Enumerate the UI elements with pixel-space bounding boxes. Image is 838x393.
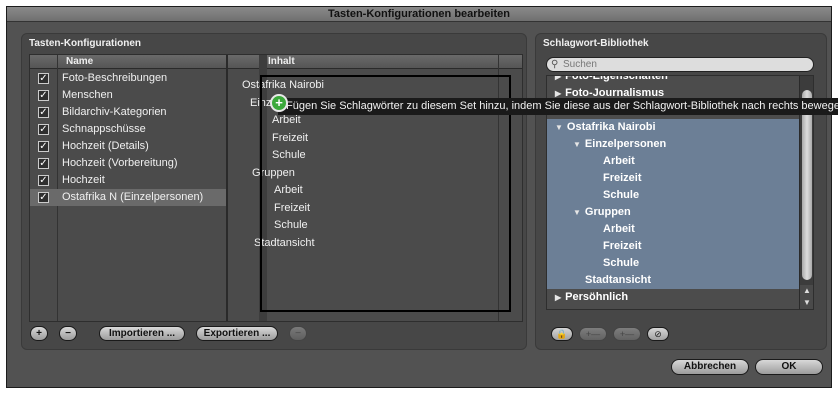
library-keyword-label: Ostafrika Nairobi — [566, 121, 656, 133]
add-config-button[interactable]: + — [30, 326, 48, 341]
library-keyword-row[interactable]: Schule — [547, 187, 799, 204]
config-checkbox[interactable]: ✓ — [38, 158, 49, 169]
export-button[interactable]: Exportieren ... — [196, 326, 278, 341]
library-keyword-label: Schule — [603, 189, 640, 201]
config-row[interactable]: ✓ Bildarchiv-Kategorien — [30, 104, 226, 121]
disclosure-open-icon[interactable]: ▼ — [555, 123, 563, 132]
config-row[interactable]: ✓ Menschen — [30, 87, 226, 104]
config-checkbox[interactable]: ✓ — [38, 175, 49, 186]
library-keyword-label: Einzelpersonen — [584, 138, 667, 150]
library-keyword-row[interactable]: ▼ Ostafrika Nairobi — [547, 119, 799, 136]
library-keyword-row[interactable]: ▼ Gruppen — [547, 204, 799, 221]
scroll-down-arrow[interactable]: ▼ — [800, 297, 813, 309]
remove-keyword-button[interactable]: − — [289, 326, 307, 341]
config-label: Bildarchiv-Kategorien — [62, 106, 167, 118]
library-keyword-label: Schule — [603, 257, 640, 269]
disclosure-open-icon[interactable]: ▼ — [573, 208, 581, 217]
config-checkbox[interactable]: ✓ — [38, 141, 49, 152]
action-menu-button[interactable]: ⊘ — [647, 327, 669, 341]
window-title: Tasten-Konfigurationen bearbeiten — [7, 7, 831, 22]
search-placeholder: Suchen — [563, 59, 597, 70]
library-keyword-row[interactable]: ▶ Persöhnlich — [547, 289, 799, 306]
disclosure-open-icon[interactable]: ▼ — [573, 140, 581, 149]
library-keyword-label: Freizeit — [603, 240, 642, 252]
drag-tooltip: Fügen Sie Schlagwörter zu diesem Set hin… — [278, 98, 838, 115]
config-label: Hochzeit (Vorbereitung) — [62, 157, 178, 169]
search-icon: ⚲ — [551, 59, 559, 70]
library-keyword-row[interactable]: Arbeit — [547, 221, 799, 238]
remove-config-button[interactable]: − — [59, 326, 77, 341]
add-keyword-button[interactable]: +— — [579, 327, 607, 341]
config-row[interactable]: ✓ Hochzeit — [30, 172, 226, 189]
config-row[interactable]: ✓ Ostafrika N (Einzelpersonen) — [30, 189, 226, 206]
library-keyword-row[interactable]: ▼ Einzelpersonen — [547, 136, 799, 153]
library-keyword-label: Freizeit — [603, 172, 642, 184]
config-label: Hochzeit — [62, 174, 105, 186]
config-label: Foto-Beschreibungen — [62, 72, 168, 84]
config-label: Hochzeit (Details) — [62, 140, 149, 152]
library-keyword-label: Foto-Eigenschaften — [565, 75, 668, 82]
library-panel-title: Schlagwort-Bibliothek — [543, 38, 649, 49]
scroll-up-arrow[interactable]: ▲ — [800, 285, 813, 297]
library-keyword-label: Persöhnlich — [565, 291, 629, 303]
config-row[interactable]: ✓ Hochzeit (Vorbereitung) — [30, 155, 226, 172]
config-label: Ostafrika N (Einzelpersonen) — [62, 191, 204, 203]
config-checkbox[interactable]: ✓ — [38, 124, 49, 135]
config-checkbox[interactable]: ✓ — [38, 107, 49, 118]
cancel-button[interactable]: Abbrechen — [671, 359, 749, 375]
import-button[interactable]: Importieren ... — [99, 326, 185, 341]
library-search-field[interactable]: ⚲ Suchen — [546, 57, 814, 72]
inhalt-header[interactable]: Inhalt — [268, 55, 295, 68]
config-label: Menschen — [62, 89, 113, 101]
library-keyword-row[interactable]: Freizeit — [547, 170, 799, 187]
config-row[interactable]: ✓ Schnappschüsse — [30, 121, 226, 138]
library-keyword-row[interactable]: Freizeit — [547, 238, 799, 255]
library-keyword-label: Stadtansicht — [585, 274, 652, 286]
config-row[interactable]: ✓ Foto-Beschreibungen — [30, 70, 226, 87]
disclosure-closed-icon[interactable]: ▶ — [555, 76, 561, 81]
config-table-header: Name Inhalt — [30, 55, 522, 69]
config-row[interactable]: ✓ Hochzeit (Details) — [30, 138, 226, 155]
add-subkeyword-button[interactable]: +— — [613, 327, 641, 341]
library-keyword-label: Gruppen — [584, 206, 631, 218]
name-header[interactable]: Name — [66, 55, 93, 68]
drag-add-icon: + — [270, 94, 288, 112]
library-keyword-row[interactable]: ▶ Foto-Eigenschaften — [547, 75, 799, 85]
disclosure-closed-icon[interactable]: ▶ — [555, 89, 561, 98]
library-keyword-row[interactable]: Schule — [547, 255, 799, 272]
library-keyword-row[interactable]: Arbeit — [547, 153, 799, 170]
library-keyword-row[interactable]: Stadtansicht — [547, 272, 799, 289]
disclosure-closed-icon[interactable]: ▶ — [555, 293, 561, 302]
lock-button[interactable]: 🔒 — [551, 327, 573, 341]
library-keyword-label: Arbeit — [603, 155, 635, 167]
config-checkbox[interactable]: ✓ — [38, 192, 49, 203]
ok-button[interactable]: OK — [755, 359, 823, 375]
scroll-thumb[interactable] — [802, 90, 812, 280]
config-checkbox[interactable]: ✓ — [38, 90, 49, 101]
config-label: Schnappschüsse — [62, 123, 146, 135]
tasten-panel-title: Tasten-Konfigurationen — [29, 38, 142, 49]
config-checkbox[interactable]: ✓ — [38, 73, 49, 84]
library-keyword-label: Arbeit — [603, 223, 635, 235]
